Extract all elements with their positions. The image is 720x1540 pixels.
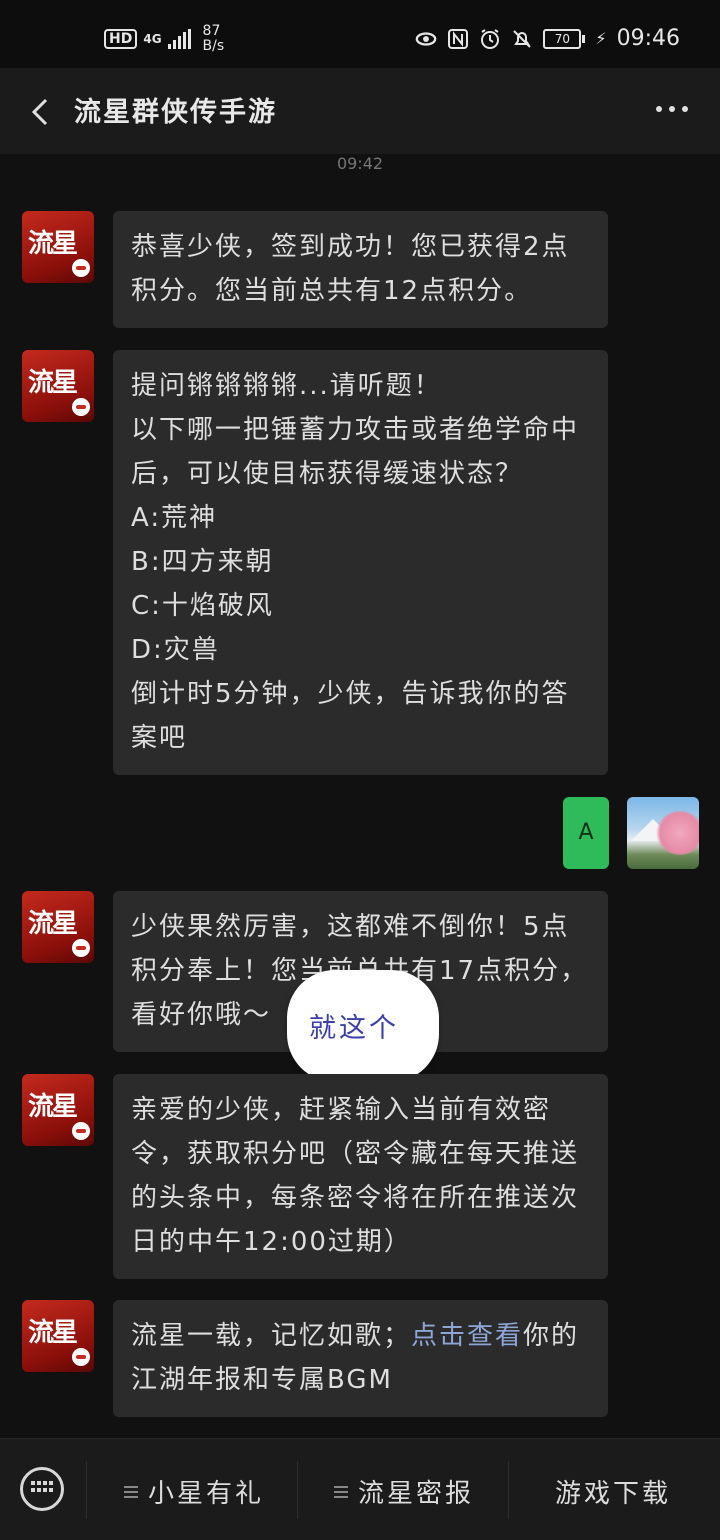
menu-item-label: 流星密报	[358, 1479, 475, 1509]
network-type: 4G	[143, 32, 162, 46]
keyboard-toggle-button[interactable]	[20, 1467, 64, 1511]
submenu-icon	[124, 1483, 138, 1501]
message-bubble[interactable]: 提问锵锵锵锵...请听题！ 以下哪一把锤蓄力攻击或者绝学命中后，可以使目标获得缓…	[113, 350, 608, 775]
my-message-bubble[interactable]: A	[563, 797, 609, 869]
battery-icon: 70	[543, 28, 586, 49]
bottom-menu-bar: 小星有礼 流星密报 游戏下载	[0, 1438, 720, 1540]
official-account-avatar[interactable]: 流星	[22, 891, 94, 963]
network-status: HD 4G 87 B/s	[104, 24, 224, 54]
network-speed-value: 87	[202, 23, 221, 39]
message-text: 流星一载，记忆如歌；	[131, 1321, 412, 1351]
menu-item-download[interactable]: 游戏下载	[555, 1473, 671, 1510]
my-avatar[interactable]	[627, 797, 699, 869]
submenu-icon	[334, 1483, 348, 1501]
chevron-left-icon	[31, 98, 48, 126]
eye-icon	[415, 29, 437, 49]
back-button[interactable]	[26, 92, 66, 132]
network-speed: 87 B/s	[203, 24, 225, 54]
clock: 09:46	[616, 26, 680, 51]
keyboard-icon	[31, 1481, 53, 1492]
menu-item-label: 游戏下载	[555, 1479, 672, 1509]
mute-bell-icon	[511, 29, 533, 49]
battery-level: 70	[543, 28, 582, 49]
official-account-avatar[interactable]: 流星	[22, 1074, 94, 1146]
more-options-button[interactable]	[656, 106, 688, 112]
signal-bars-icon	[167, 29, 191, 49]
annotation-text: 就这个	[309, 1013, 399, 1044]
charging-icon: ⚡	[595, 29, 607, 48]
annotation-callout: 就这个	[287, 970, 439, 1082]
menu-item-gift[interactable]: 小星有礼	[124, 1473, 264, 1510]
status-bar: HD 4G 87 B/s 70 ⚡ 09:46	[0, 0, 720, 68]
official-account-avatar[interactable]: 流星	[22, 350, 94, 422]
dot-icon	[669, 106, 675, 112]
alarm-icon	[479, 28, 501, 49]
system-icons: 70 ⚡ 09:46	[415, 26, 680, 51]
dot-icon	[656, 106, 662, 112]
message-timestamp: 09:42	[336, 154, 384, 173]
dot-icon	[682, 106, 688, 112]
official-account-avatar[interactable]: 流星	[22, 1300, 94, 1372]
chat-header: 流星群侠传手游	[0, 68, 720, 154]
chat-title: 流星群侠传手游	[74, 97, 277, 128]
menu-item-secret-report[interactable]: 流星密报	[334, 1473, 474, 1510]
message-bubble[interactable]: 亲爱的少侠，赶紧输入当前有效密令，获取积分吧（密令藏在每天推送的头条中，每条密令…	[113, 1074, 608, 1279]
nfc-icon	[447, 28, 469, 49]
network-speed-unit: B/s	[202, 38, 225, 54]
view-report-link[interactable]: 点击查看	[411, 1321, 523, 1351]
menu-item-label: 小星有礼	[148, 1479, 265, 1509]
message-bubble[interactable]: 流星一载，记忆如歌；点击查看你的江湖年报和专属BGM	[113, 1300, 608, 1417]
official-account-avatar[interactable]: 流星	[22, 211, 94, 283]
message-bubble[interactable]: 恭喜少侠，签到成功！您已获得2点积分。您当前总共有12点积分。	[113, 211, 608, 328]
hd-icon: HD	[104, 29, 138, 49]
